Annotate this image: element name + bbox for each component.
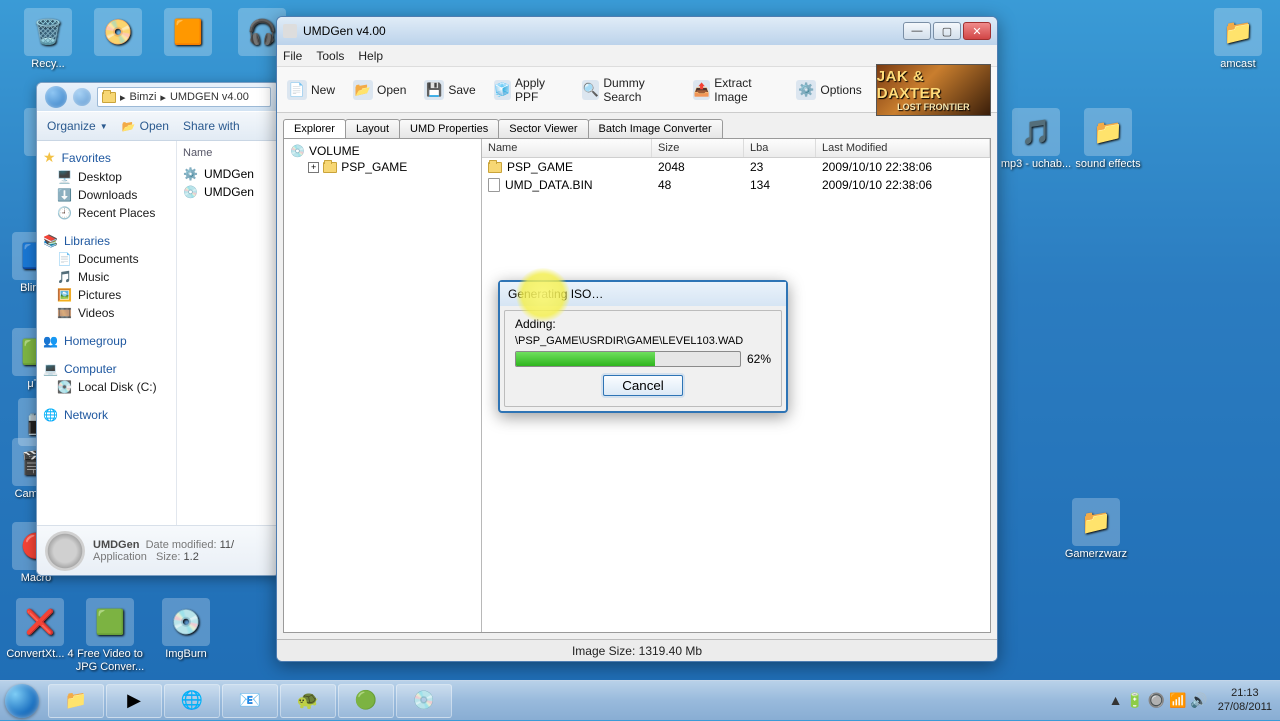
toolbar: 📄New 📂Open 💾Save 🧊Apply PPF 🔍Dummy Searc… <box>277 67 997 113</box>
breadcrumb[interactable]: Bimzi <box>130 91 157 103</box>
explorer-navbar: ▸Bimzi ▸UMDGEN v4.00 <box>37 83 279 111</box>
explorer-file-list: Name ⚙️UMDGen 💿UMDGen <box>177 141 279 525</box>
status-bar: Image Size: 1319.40 Mb <box>277 639 997 661</box>
nav-music[interactable]: 🎵Music <box>41 268 172 286</box>
taskbar-item[interactable]: 📧 <box>222 684 278 718</box>
tab-umd-properties[interactable]: UMD Properties <box>399 119 499 138</box>
tray-icons[interactable]: ▲ 🔋 🔘 📶 🔊 <box>1109 692 1208 709</box>
nav-libraries[interactable]: 📚Libraries <box>41 232 172 250</box>
tree-pane: 💿VOLUME +PSP_GAME <box>284 139 482 632</box>
explorer-window: ▸Bimzi ▸UMDGEN v4.00 Organize ▼ 📂Open Sh… <box>36 82 280 576</box>
menu-help[interactable]: Help <box>358 49 383 63</box>
window-title: UMDGen v4.00 <box>303 24 897 38</box>
desktop-icon[interactable]: 📁Gamerzwarz <box>1060 498 1132 561</box>
taskbar-item[interactable]: 📁 <box>48 684 104 718</box>
nav-pictures[interactable]: 🖼️Pictures <box>41 286 172 304</box>
close-button[interactable]: ✕ <box>963 22 991 40</box>
app-icon <box>283 24 297 38</box>
game-logo: JAK & DAXTER LOST FRONTIER <box>876 64 991 116</box>
desktop-icon[interactable]: 📁sound effects <box>1072 108 1144 171</box>
list-row[interactable]: UMD_DATA.BIN 48 134 2009/10/10 22:38:06 <box>482 176 990 194</box>
system-tray: ▲ 🔋 🔘 📶 🔊 21:13 27/08/2011 <box>1109 687 1272 713</box>
nav-local-disk[interactable]: 💽Local Disk (C:) <box>41 378 172 396</box>
desktop-icon[interactable]: 🗑️Recy... <box>12 8 84 71</box>
desktop-icon[interactable]: 🟧 <box>152 8 224 58</box>
open-button[interactable]: 📂Open <box>349 77 410 103</box>
taskbar-items: 📁▶🌐📧🐢🟢💿 <box>44 681 452 720</box>
desktop-icon[interactable]: ❌ConvertXt... 4 <box>4 598 76 661</box>
desktop-icon[interactable]: 📁amcast <box>1202 8 1274 71</box>
extract-image-button[interactable]: 📤Extract Image <box>689 73 782 107</box>
col-size[interactable]: Size <box>652 139 744 157</box>
taskbar-item[interactable]: 🟢 <box>338 684 394 718</box>
folder-icon <box>488 162 502 173</box>
nav-network[interactable]: 🌐Network <box>41 406 172 424</box>
desktop-icon[interactable]: 💿ImgBurn <box>150 598 222 661</box>
tab-layout[interactable]: Layout <box>345 119 400 138</box>
clock[interactable]: 21:13 27/08/2011 <box>1218 687 1272 713</box>
file-item[interactable]: 💿UMDGen <box>183 183 273 201</box>
progress-dialog: Generating ISO… Adding: \PSP_GAME\USRDIR… <box>498 280 788 413</box>
menu-tools[interactable]: Tools <box>316 49 344 63</box>
taskbar-item[interactable]: 🌐 <box>164 684 220 718</box>
nav-homegroup[interactable]: 👥Homegroup <box>41 332 172 350</box>
dialog-title[interactable]: Generating ISO… <box>500 282 786 306</box>
col-lba[interactable]: Lba <box>744 139 816 157</box>
organize-button[interactable]: Organize ▼ <box>47 119 108 133</box>
taskbar-item[interactable]: 💿 <box>396 684 452 718</box>
maximize-button[interactable]: ▢ <box>933 22 961 40</box>
options-button[interactable]: ⚙️Options <box>792 77 865 103</box>
adding-path: \PSP_GAME\USRDIR\GAME\LEVEL103.WAD <box>515 335 771 347</box>
nav-recent-places[interactable]: 🕘Recent Places <box>41 204 172 222</box>
adding-label: Adding: <box>515 317 771 331</box>
col-name[interactable]: Name <box>482 139 652 157</box>
cancel-button[interactable]: Cancel <box>603 375 683 396</box>
tab-batch-image-converter[interactable]: Batch Image Converter <box>588 119 723 138</box>
taskbar: 📁▶🌐📧🐢🟢💿 ▲ 🔋 🔘 📶 🔊 21:13 27/08/2011 <box>0 680 1280 720</box>
share-with-button[interactable]: Share with <box>183 119 240 133</box>
explorer-nav-pane: ★Favorites 🖥️Desktop ⬇️Downloads 🕘Recent… <box>37 141 177 525</box>
tree-psp-game[interactable]: +PSP_GAME <box>290 159 475 175</box>
nav-downloads[interactable]: ⬇️Downloads <box>41 186 172 204</box>
dummy-search-button[interactable]: 🔍Dummy Search <box>578 73 679 107</box>
detail-name: UMDGen <box>93 539 139 551</box>
tab-explorer[interactable]: Explorer <box>283 119 346 138</box>
nav-back-button[interactable] <box>45 86 67 108</box>
taskbar-item[interactable]: ▶ <box>106 684 162 718</box>
titlebar[interactable]: UMDGen v4.00 — ▢ ✕ <box>277 17 997 45</box>
open-button[interactable]: 📂Open <box>122 119 169 133</box>
desktop-icon[interactable]: 📀 <box>82 8 154 58</box>
nav-forward-button[interactable] <box>73 88 91 106</box>
nav-desktop[interactable]: 🖥️Desktop <box>41 168 172 186</box>
address-bar[interactable]: ▸Bimzi ▸UMDGEN v4.00 <box>97 87 271 107</box>
taskbar-item[interactable]: 🐢 <box>280 684 336 718</box>
desktop-icon[interactable]: 🎵mp3 - uchab... <box>1000 108 1072 171</box>
tab-strip: Explorer Layout UMD Properties Sector Vi… <box>283 119 991 138</box>
tree-volume[interactable]: 💿VOLUME <box>290 143 475 159</box>
apply-ppf-button[interactable]: 🧊Apply PPF <box>490 73 568 107</box>
column-name[interactable]: Name <box>183 145 273 165</box>
breadcrumb[interactable]: UMDGEN v4.00 <box>170 91 249 103</box>
minimize-button[interactable]: — <box>903 22 931 40</box>
col-modified[interactable]: Last Modified <box>816 139 990 157</box>
nav-documents[interactable]: 📄Documents <box>41 250 172 268</box>
start-button[interactable] <box>0 681 44 721</box>
progress-bar <box>515 351 741 367</box>
explorer-toolbar: Organize ▼ 📂Open Share with <box>37 111 279 141</box>
menu-file[interactable]: File <box>283 49 302 63</box>
file-item[interactable]: ⚙️UMDGen <box>183 165 273 183</box>
progress-percent: 62% <box>747 352 771 366</box>
save-button[interactable]: 💾Save <box>420 77 479 103</box>
file-thumbnail-icon <box>45 531 85 571</box>
list-header: Name Size Lba Last Modified <box>482 139 990 158</box>
file-icon <box>488 178 500 192</box>
nav-computer[interactable]: 💻Computer <box>41 360 172 378</box>
desktop-icon[interactable]: 🟩Free Video to JPG Conver... <box>74 598 146 674</box>
tab-sector-viewer[interactable]: Sector Viewer <box>498 119 588 138</box>
nav-favorites[interactable]: ★Favorites <box>41 147 172 168</box>
details-pane: UMDGen Date modified: 11/ Application Si… <box>37 525 279 575</box>
nav-videos[interactable]: 🎞️Videos <box>41 304 172 322</box>
list-row[interactable]: PSP_GAME 2048 23 2009/10/10 22:38:06 <box>482 158 990 176</box>
new-button[interactable]: 📄New <box>283 77 339 103</box>
